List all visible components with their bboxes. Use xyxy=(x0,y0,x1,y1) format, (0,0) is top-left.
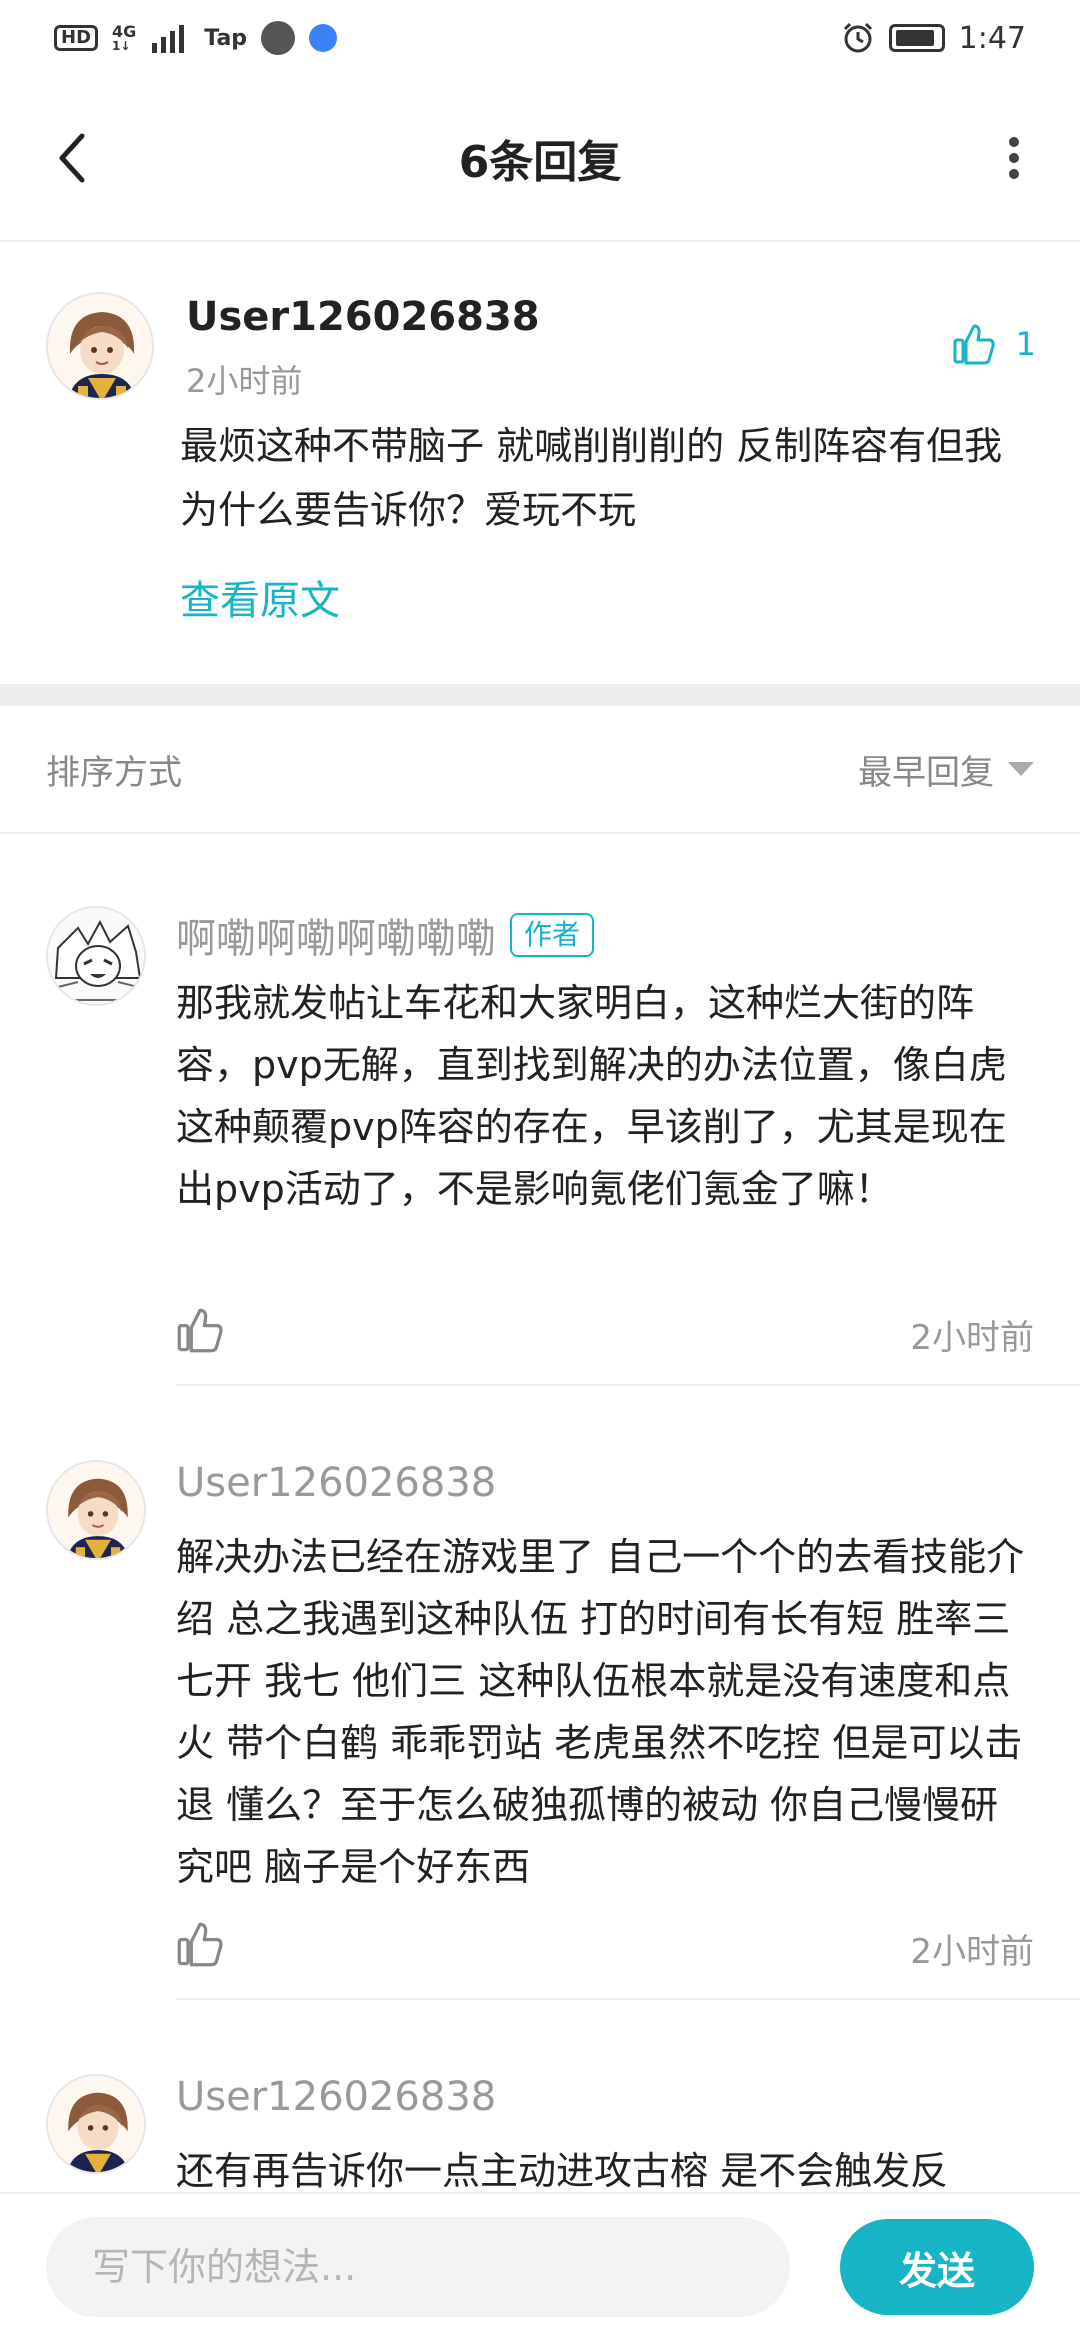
comment-input-bar: 发送 xyxy=(0,2192,1080,2340)
header: 6条回复 xyxy=(0,76,1080,242)
user-avatar-icon xyxy=(48,2076,144,2172)
avatar[interactable] xyxy=(46,906,146,1006)
sort-row: 排序方式 最早回复 xyxy=(0,706,1080,834)
reply-text: 那我就发帖让车花和大家明白，这种烂大街的阵容，pvp无解，直到找到解决的办法位置… xyxy=(176,981,1007,1211)
thumbs-up-icon[interactable] xyxy=(176,1920,224,1968)
reply-time: 2小时前 xyxy=(910,1318,1034,1358)
status-bar: HD 4G 1↓ Tap 1:47 xyxy=(0,0,1080,76)
reply-username[interactable]: User126026838 xyxy=(176,1460,496,1506)
reply-divider xyxy=(176,1998,1080,2000)
manga-avatar-icon xyxy=(48,908,144,1004)
reply-username-row: 啊嘞啊嘞啊嘞嘞嘞 作者 xyxy=(176,906,595,964)
reply-username-row: User126026838 xyxy=(176,1460,496,1506)
page-title: 6条回复 xyxy=(458,137,622,188)
reply-page: HD 4G 1↓ Tap 1:47 6条回复 User126026838 2小时… xyxy=(0,0,1080,2340)
browser-notification-icon xyxy=(309,24,338,52)
network-type: 4G xyxy=(112,22,137,41)
status-bar-left: HD 4G 1↓ Tap xyxy=(54,21,338,55)
chevron-left-icon xyxy=(59,133,85,183)
more-options-button[interactable] xyxy=(984,126,1044,190)
status-bar-right: 1:47 xyxy=(841,21,1026,56)
reply-item: User126026838 还有再告诉你一点主动进攻古榕 是不会触发反 xyxy=(0,2074,1080,2192)
avatar[interactable] xyxy=(46,1460,146,1560)
reply-username[interactable]: 啊嘞啊嘞啊嘞嘞嘞 xyxy=(176,906,496,964)
user-avatar-icon xyxy=(48,1462,144,1558)
avatar[interactable] xyxy=(46,2074,146,2174)
reply-divider xyxy=(176,1384,1080,1386)
view-original-link[interactable]: 查看原文 xyxy=(180,568,340,626)
main-comment: User126026838 2小时前 1 最烦这种不带脑子 就喊削削削的 反制阵… xyxy=(0,244,1080,684)
more-vertical-icon xyxy=(1009,137,1019,179)
like-button[interactable]: 1 xyxy=(952,322,1036,366)
signal-icon xyxy=(152,25,185,53)
comment-username[interactable]: User126026838 xyxy=(186,294,540,340)
send-button[interactable]: 发送 xyxy=(840,2219,1034,2315)
reply-username[interactable]: User126026838 xyxy=(176,2074,496,2120)
thumbs-up-filled-icon xyxy=(953,324,995,365)
avatar[interactable] xyxy=(46,292,154,400)
reply-text: 还有再告诉你一点主动进攻古榕 是不会触发反 xyxy=(176,2149,949,2192)
comment-text: 最烦这种不带脑子 就喊削削削的 反制阵容有但我为什么要告诉你？爱玩不玩 xyxy=(180,424,1003,532)
back-button[interactable] xyxy=(40,126,104,190)
battery-icon xyxy=(888,24,945,52)
tap-app-indicator: Tap xyxy=(204,25,248,51)
status-time: 1:47 xyxy=(958,20,1026,56)
user-avatar-icon xyxy=(48,294,152,398)
hd-indicator: HD xyxy=(54,25,99,51)
sort-selected-value: 最早回复 xyxy=(858,752,994,793)
reply-username-row: User126026838 xyxy=(176,2074,496,2120)
network-indicator: 4G 1↓ xyxy=(112,22,137,53)
network-sub: 1↓ xyxy=(112,39,131,53)
reply-text: 解决办法已经在游戏里了 自己一个个的去看技能介绍 总之我遇到这种队伍 打的时间有… xyxy=(176,1535,1025,1889)
alarm-icon xyxy=(843,22,872,53)
sort-dropdown[interactable]: 最早回复 xyxy=(858,745,1034,794)
author-badge: 作者 xyxy=(510,913,595,957)
thumbs-up-icon[interactable] xyxy=(176,1306,224,1354)
caret-down-icon xyxy=(1008,762,1034,776)
comment-input[interactable] xyxy=(46,2217,790,2317)
reply-item: User126026838 解决办法已经在游戏里了 自己一个个的去看技能介绍 总… xyxy=(0,1460,1080,2000)
sort-label: 排序方式 xyxy=(46,752,182,793)
app-notification-icon xyxy=(261,21,296,55)
comment-time: 2小时前 xyxy=(186,362,303,400)
section-divider xyxy=(0,684,1080,706)
reply-time: 2小时前 xyxy=(910,1932,1034,1972)
reply-item: 啊嘞啊嘞啊嘞嘞嘞 作者 那我就发帖让车花和大家明白，这种烂大街的阵容，pvp无解… xyxy=(0,906,1080,1386)
like-count: 1 xyxy=(1015,325,1036,363)
